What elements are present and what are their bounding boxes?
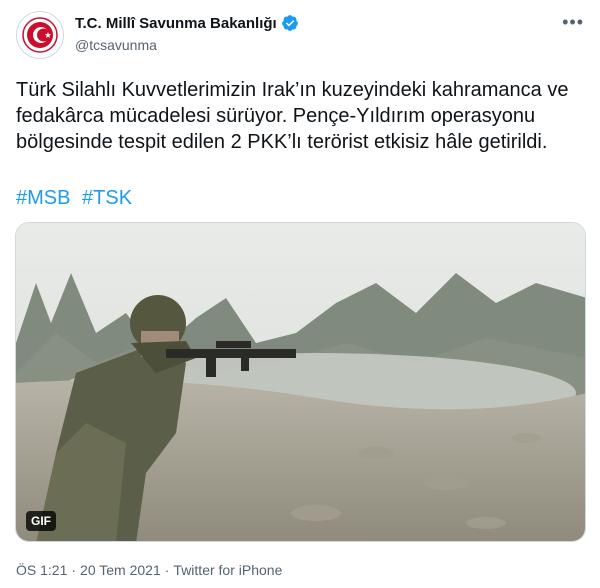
tweet-source[interactable]: Twitter for iPhone — [173, 562, 282, 578]
tweet-metadata: ÖS 1:21 · 20 Tem 2021 · Twitter for iPho… — [16, 562, 282, 578]
gif-badge: GIF — [26, 511, 56, 531]
meta-separator: · — [164, 562, 170, 578]
hashtag-link[interactable]: #MSB — [16, 187, 70, 209]
media-gif[interactable]: GIF — [15, 222, 586, 542]
tweet-date[interactable]: 20 Tem 2021 — [80, 562, 161, 578]
verified-badge-icon — [281, 15, 298, 31]
crescent-star-emblem-icon — [22, 17, 58, 53]
tweet-time[interactable]: ÖS 1:21 — [16, 562, 67, 578]
tweet-card: T.C. Millî Savunma Bakanlığı @tcsavunma … — [0, 0, 600, 588]
hashtags: #MSB #TSK — [16, 187, 138, 210]
more-dots-icon[interactable]: ••• — [562, 12, 584, 33]
author-handle[interactable]: @tcsavunma — [75, 37, 157, 53]
hashtag-link[interactable]: #TSK — [82, 187, 132, 209]
soldier-firing-rifle-image — [16, 223, 585, 541]
avatar[interactable] — [16, 11, 64, 59]
author-name-row: T.C. Millî Savunma Bakanlığı — [75, 14, 299, 32]
author-display-name[interactable]: T.C. Millî Savunma Bakanlığı — [75, 15, 277, 32]
tweet-text: Türk Silahlı Kuvvetlerimizin Irak’ın kuz… — [16, 79, 569, 153]
meta-separator: · — [71, 562, 77, 578]
